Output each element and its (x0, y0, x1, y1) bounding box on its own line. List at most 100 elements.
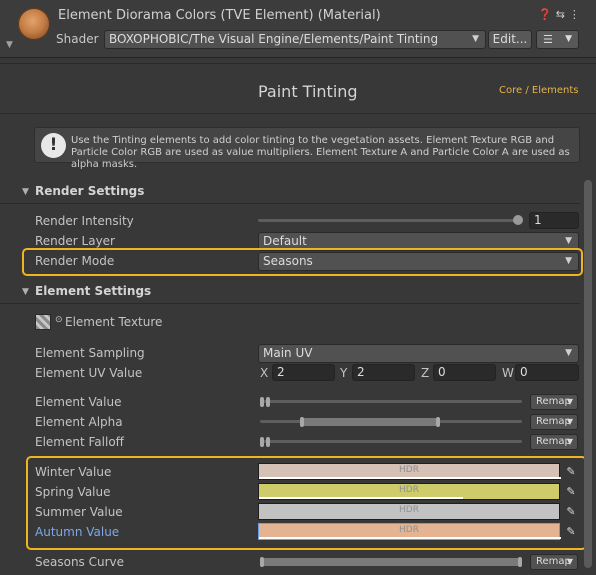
help-text: Use the Tinting elements to add color ti… (71, 135, 570, 170)
settings-sliders-icon[interactable]: ⇆ (556, 8, 569, 21)
alpha-bar (259, 497, 463, 499)
spring-color-field[interactable]: HDR (258, 483, 560, 500)
object-picker-icon[interactable]: ⊙ (55, 315, 63, 325)
eyedropper-icon[interactable]: ✎ (563, 464, 579, 480)
chevron-down-icon: ▼ (472, 34, 479, 44)
page-title: Paint Tinting (258, 82, 358, 101)
divider (0, 113, 596, 114)
autumn-value-label: Autumn Value (35, 525, 120, 539)
range-min-handle[interactable] (260, 397, 264, 407)
alpha-bar (259, 477, 561, 479)
seasons-curve-label: Seasons Curve (35, 555, 125, 569)
eyedropper-icon[interactable]: ✎ (563, 484, 579, 500)
uv-y-label[interactable]: Y (340, 366, 347, 380)
remap-label: Remap (536, 436, 571, 447)
uv-w-field[interactable]: 0 (515, 364, 579, 381)
chevron-down-icon: ▼ (565, 348, 572, 358)
foldout-triangle-icon[interactable]: ▼ (22, 187, 29, 197)
uv-z-field[interactable]: 0 (433, 364, 496, 381)
element-texture-label: Element Texture (65, 315, 163, 329)
spring-value-label: Spring Value (35, 485, 111, 499)
render-intensity-field[interactable]: 1 (529, 212, 579, 229)
render-intensity-slider[interactable] (258, 219, 520, 222)
render-mode-dropdown[interactable]: Seasons ▼ (258, 252, 579, 271)
summer-color-field[interactable]: HDR (258, 503, 560, 520)
chevron-down-icon: ▼ (566, 417, 573, 426)
remap-dropdown[interactable]: Remap ▼ (530, 434, 578, 450)
element-sampling-dropdown[interactable]: Main UV ▼ (258, 344, 579, 363)
shader-dropdown[interactable]: BOXOPHOBIC/The Visual Engine/Elements/Pa… (104, 30, 486, 49)
uv-y-field[interactable]: 2 (352, 364, 415, 381)
uv-w-label[interactable]: W (502, 366, 514, 380)
list-icon: ☰ (543, 33, 553, 46)
list-options-button[interactable]: ☰ ▼ (536, 30, 579, 49)
uv-x-field[interactable]: 2 (272, 364, 335, 381)
divider (0, 303, 580, 304)
header-icons: ❓⇆⋮ (538, 8, 584, 21)
chevron-down-icon: ▼ (565, 256, 572, 266)
range-fill[interactable] (302, 418, 440, 426)
chevron-down-icon: ▼ (566, 397, 573, 406)
element-falloff-range-slider[interactable] (260, 440, 522, 443)
chevron-down-icon: ▼ (566, 557, 573, 566)
slider-knob[interactable] (513, 215, 523, 225)
element-sampling-value: Main UV (263, 346, 313, 360)
hdr-label: HDR (399, 505, 419, 515)
render-settings-header[interactable]: Render Settings (35, 184, 144, 198)
remap-dropdown[interactable]: Remap ▼ (530, 414, 578, 430)
more-icon[interactable]: ⋮ (569, 8, 584, 21)
range-min-handle[interactable] (260, 437, 264, 447)
remap-label: Remap (536, 396, 571, 407)
uv-z-label[interactable]: Z (421, 366, 429, 380)
render-mode-value: Seasons (263, 254, 313, 268)
eyedropper-icon[interactable]: ✎ (563, 524, 579, 540)
material-header: ▼ Element Diorama Colors (TVE Element) (… (0, 0, 596, 58)
element-settings-header[interactable]: Element Settings (35, 284, 151, 298)
remap-dropdown[interactable]: Remap ▼ (530, 394, 578, 410)
edit-shader-button[interactable]: Edit... (488, 30, 532, 49)
info-exclamation-icon: ! (41, 133, 66, 158)
winter-value-label: Winter Value (35, 465, 112, 479)
range-min-handle[interactable] (300, 417, 304, 427)
element-texture-thumbnail[interactable] (35, 314, 51, 330)
material-title: Element Diorama Colors (TVE Element) (Ma… (58, 8, 381, 23)
element-alpha-label: Element Alpha (35, 415, 123, 429)
hdr-label: HDR (399, 485, 419, 495)
range-max-handle[interactable] (518, 557, 522, 567)
category-link[interactable]: Core / Elements (499, 85, 578, 96)
autumn-color-field[interactable]: HDR (258, 523, 561, 540)
range-fill[interactable] (262, 558, 520, 566)
shader-label: Shader (56, 32, 99, 46)
shader-value: BOXOPHOBIC/The Visual Engine/Elements/Pa… (109, 32, 439, 46)
material-preview-thumbnail[interactable] (18, 8, 50, 40)
element-value-label: Element Value (35, 395, 122, 409)
render-mode-label: Render Mode (35, 254, 115, 268)
foldout-arrow-icon[interactable]: ▼ (6, 40, 13, 50)
remap-dropdown[interactable]: Remap ▼ (530, 554, 578, 570)
element-value-range-slider[interactable] (260, 400, 522, 403)
help-box: ! Use the Tinting elements to add color … (34, 127, 580, 170)
range-max-handle[interactable] (436, 417, 440, 427)
remap-label: Remap (536, 556, 571, 567)
chevron-down-icon: ▼ (565, 34, 572, 44)
summer-value-label: Summer Value (35, 505, 123, 519)
vertical-scrollbar[interactable] (584, 180, 592, 568)
eyedropper-icon[interactable]: ✎ (563, 504, 579, 520)
range-max-handle[interactable] (266, 397, 270, 407)
uv-x-label[interactable]: X (260, 366, 268, 380)
render-layer-label: Render Layer (35, 234, 115, 248)
hdr-label: HDR (399, 525, 419, 535)
chevron-down-icon: ▼ (566, 437, 573, 446)
divider (0, 63, 596, 64)
render-intensity-label: Render Intensity (35, 214, 134, 228)
range-min-handle[interactable] (260, 557, 264, 567)
range-max-handle[interactable] (266, 437, 270, 447)
hdr-label: HDR (399, 465, 419, 475)
element-uv-label: Element UV Value (35, 366, 143, 380)
winter-color-field[interactable]: HDR (258, 463, 561, 480)
remap-label: Remap (536, 416, 571, 427)
foldout-triangle-icon[interactable]: ▼ (22, 287, 29, 297)
divider (0, 203, 580, 204)
help-icon[interactable]: ❓ (538, 8, 556, 21)
element-falloff-label: Element Falloff (35, 435, 124, 449)
